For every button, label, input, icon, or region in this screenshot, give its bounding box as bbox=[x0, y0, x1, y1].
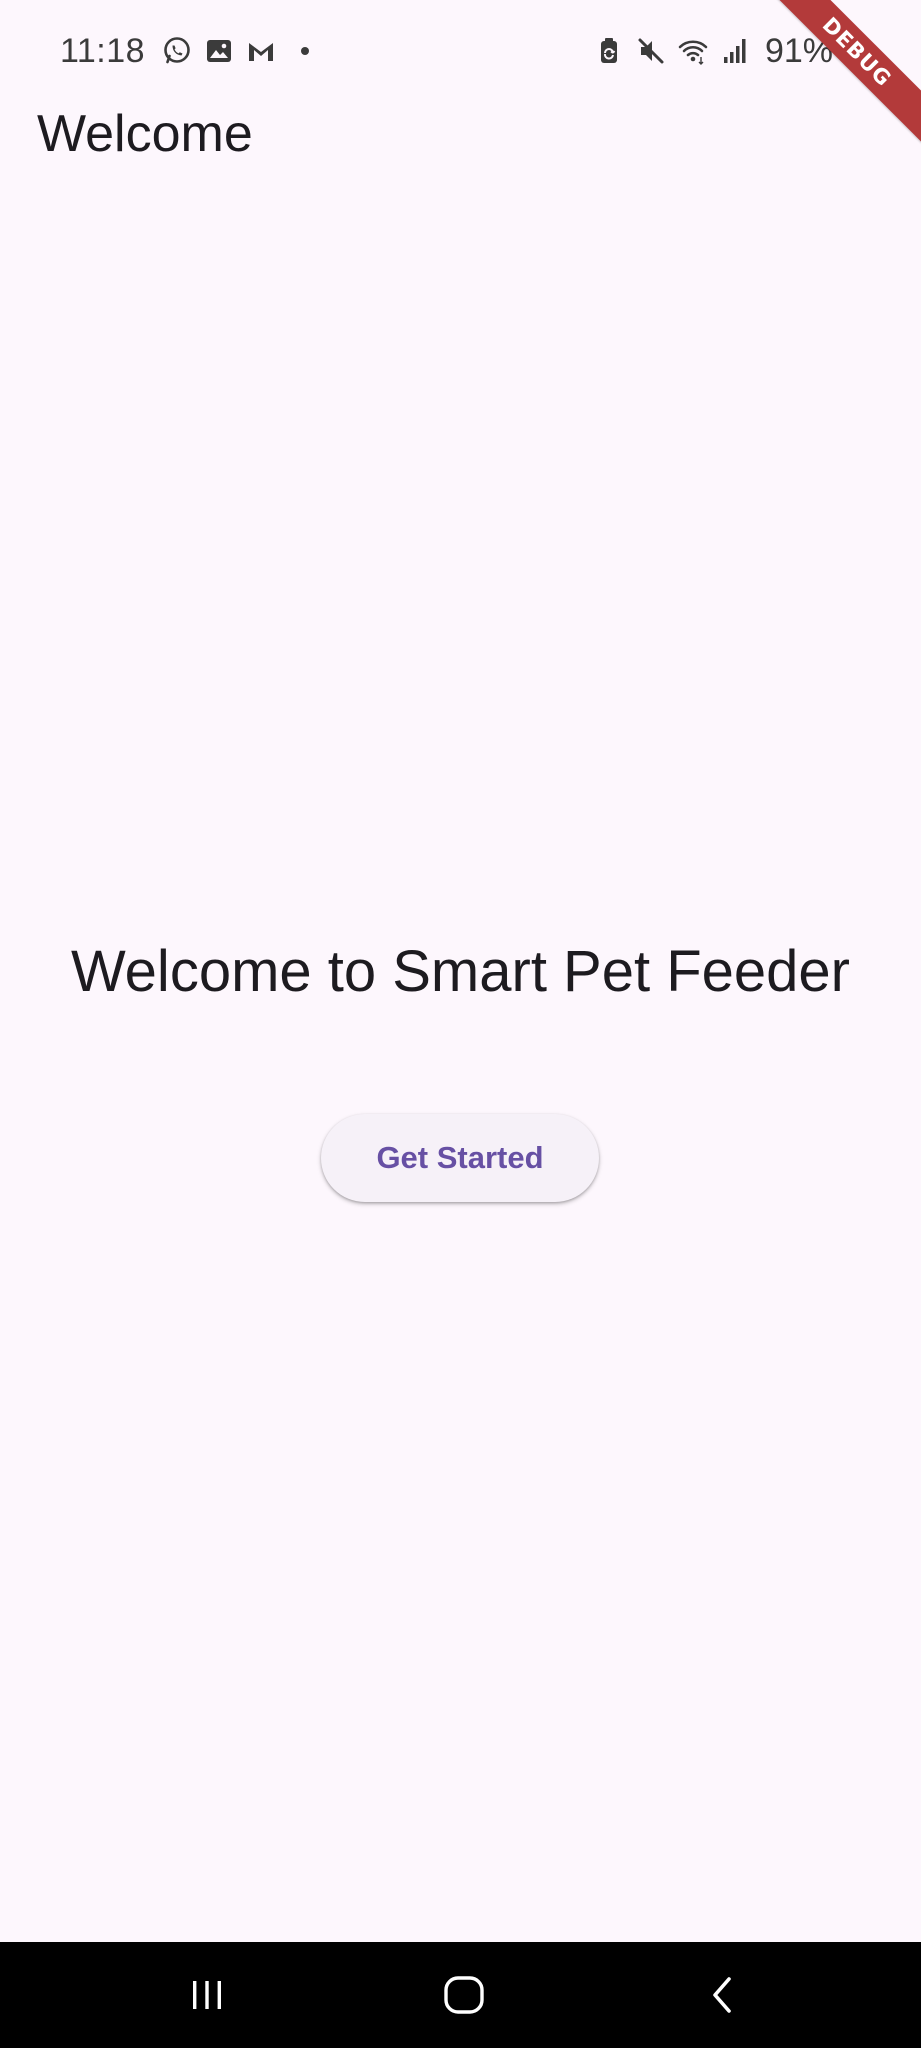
status-bar: 11:18 91% DEBUG bbox=[0, 0, 921, 143]
mute-icon bbox=[635, 35, 667, 67]
page-title: Welcome bbox=[37, 105, 253, 163]
app-screen: 11:18 91% DEBUG Welcome Welcome to Smart… bbox=[0, 0, 921, 2048]
signal-icon bbox=[719, 35, 751, 67]
home-icon bbox=[444, 1976, 484, 2014]
status-bar-left: 11:18 bbox=[60, 28, 310, 74]
recents-button[interactable] bbox=[177, 1967, 237, 2023]
recents-icon bbox=[193, 1981, 221, 2009]
get-started-button[interactable]: Get Started bbox=[321, 1114, 599, 1202]
back-button[interactable] bbox=[693, 1967, 753, 2023]
whatsapp-icon bbox=[161, 35, 193, 67]
status-time: 11:18 bbox=[60, 31, 146, 70]
image-icon bbox=[203, 35, 235, 67]
system-navigation-bar bbox=[0, 1942, 921, 2048]
app-bar: Welcome bbox=[0, 100, 921, 176]
gmail-icon bbox=[245, 35, 277, 67]
notification-dot-icon bbox=[301, 47, 310, 55]
welcome-heading: Welcome to Smart Pet Feeder bbox=[70, 939, 850, 1004]
wifi-icon bbox=[677, 35, 709, 67]
battery-saver-icon bbox=[593, 35, 625, 67]
home-button[interactable] bbox=[434, 1967, 494, 2023]
back-icon bbox=[713, 1977, 731, 2013]
